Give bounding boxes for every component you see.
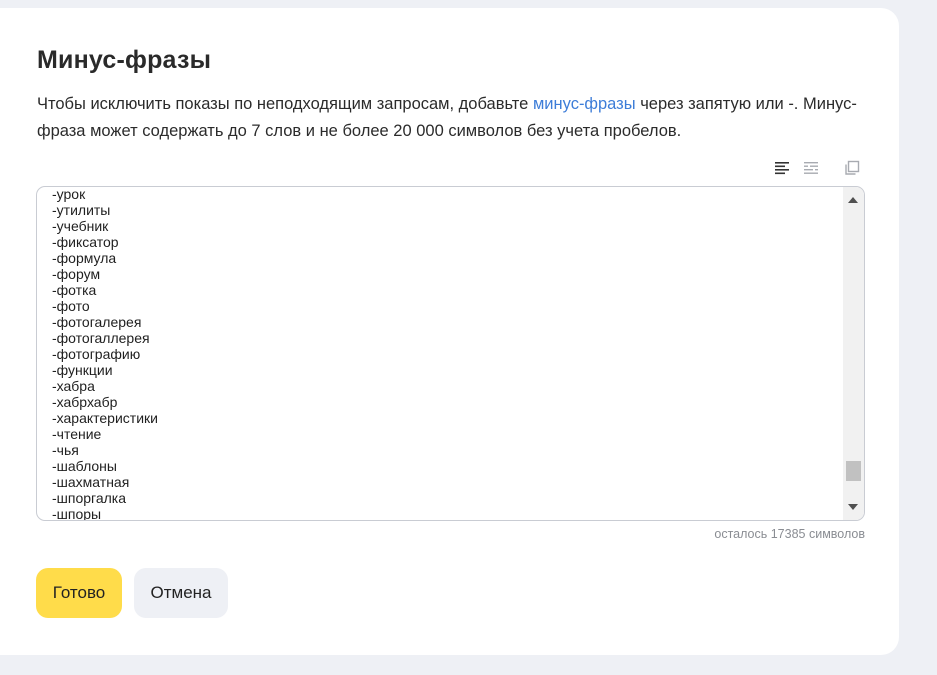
- minus-phrase-line: -хабра: [52, 378, 95, 394]
- minus-phrase-line: -шаблоны: [52, 458, 117, 474]
- minus-phrase-line: -формула: [52, 250, 117, 266]
- minus-phrase-line: -фото: [52, 298, 90, 314]
- minus-phrase-line: -фотка: [52, 282, 97, 298]
- minus-phrase-line: -шахматная: [52, 474, 130, 490]
- minus-phrase-line: -хабрхабр: [52, 394, 118, 410]
- scroll-down-arrow-icon[interactable]: [848, 504, 858, 510]
- minus-phrase-line: -шпоры: [52, 506, 102, 521]
- minus-phrase-line: -фиксатор: [52, 234, 119, 250]
- editor-scrollbar[interactable]: [843, 187, 864, 520]
- minus-phrase-line: -фотографию: [52, 346, 141, 362]
- minus-phrase-line: -шпоргалка: [52, 490, 127, 506]
- minus-phrase-line: -функции: [52, 362, 113, 378]
- minus-phrase-line: -форум: [52, 266, 101, 282]
- minus-phrases-textarea[interactable]: -урок -утилиты -учебник -фиксатор -формула -ф…: [36, 186, 865, 521]
- minus-phrase-line: -учебник: [52, 218, 109, 234]
- minus-phrases-link[interactable]: минус-фразы: [533, 95, 636, 113]
- minus-phrase-line: -фотогалерея: [52, 314, 142, 330]
- minus-phrases-list: -урок -утилиты -учебник -фиксатор -формула -ф…: [52, 186, 158, 521]
- minus-phrase-line: -урок: [52, 186, 86, 202]
- align-list-icon[interactable]: [773, 159, 791, 177]
- description-text-before: Чтобы исключить показы по неподходящим з…: [37, 95, 533, 113]
- copy-icon[interactable]: [843, 159, 861, 177]
- scroll-thumb[interactable]: [846, 461, 861, 482]
- minus-phrase-line: -фотогаллерея: [52, 330, 150, 346]
- dialog-description: Чтобы исключить показы по неподходящим з…: [37, 91, 877, 145]
- minus-phrase-line: -чтение: [52, 426, 102, 442]
- minus-phrase-line: -чья: [52, 442, 79, 458]
- cancel-button[interactable]: Отмена: [134, 568, 228, 618]
- characters-remaining-counter: осталось 17385 символов: [714, 527, 865, 541]
- done-button[interactable]: Готово: [36, 568, 122, 618]
- dialog-title: Минус-фразы: [37, 46, 212, 74]
- scroll-up-arrow-icon[interactable]: [848, 197, 858, 203]
- align-inline-icon[interactable]: [802, 159, 820, 177]
- minus-phrase-line: -утилиты: [52, 202, 111, 218]
- minus-phrase-line: -характеристики: [52, 410, 158, 426]
